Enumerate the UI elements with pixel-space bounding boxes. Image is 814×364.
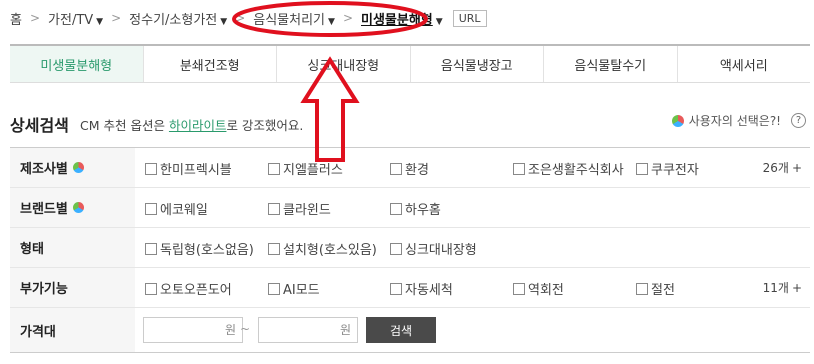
option-checkbox[interactable]: 역회전 — [513, 279, 564, 298]
url-button[interactable]: URL — [452, 9, 487, 27]
filter-label: 형태 — [10, 228, 135, 267]
tab-food-fridge[interactable]: 음식물냉장고 — [411, 46, 544, 82]
option-checkbox[interactable]: 쿠쿠전자 — [636, 159, 699, 178]
more-button[interactable]: 11개 + — [763, 279, 802, 296]
filter-row-brand: 브랜드별 에코웨일 클라윈드 하우홈 — [10, 188, 810, 228]
tab-grind-dry[interactable]: 분쇄건조형 — [144, 46, 277, 82]
checkbox[interactable] — [390, 202, 402, 215]
checkbox[interactable] — [145, 202, 157, 215]
option-checkbox[interactable]: 한미프렉시블 — [145, 159, 232, 178]
tab-dehydrator[interactable]: 음식물탈수기 — [544, 46, 678, 82]
checkbox[interactable] — [390, 242, 402, 255]
pie-chart-icon — [671, 114, 684, 127]
user-choice-link[interactable]: 사용자의 선택은?! ? — [671, 112, 806, 129]
caret-down-icon: ▼ — [220, 16, 228, 27]
option-checkbox[interactable]: 조은생활주식회사 — [513, 159, 624, 178]
filter-row-extra: 부가기능 오토오픈도어 AI모드 자동세척 역회전 절전 11개 + — [10, 268, 810, 308]
checkbox[interactable] — [636, 162, 648, 175]
pie-chart-icon — [72, 202, 84, 213]
caret-down-icon: ▼ — [96, 16, 104, 27]
option-checkbox[interactable]: AI모드 — [268, 279, 320, 298]
checkbox[interactable] — [268, 202, 280, 215]
breadcrumb-category[interactable]: 가전/TV ▼ — [48, 9, 103, 28]
filter-row-type: 형태 독립형(호스없음) 설치형(호스있음) 싱크대내장형 — [10, 228, 810, 268]
checkbox[interactable] — [145, 242, 157, 255]
option-checkbox[interactable]: 지엘플러스 — [268, 159, 343, 178]
tab-sink-builtin[interactable]: 싱크대내장형 — [277, 46, 411, 82]
option-checkbox[interactable]: 오토오픈도어 — [145, 279, 232, 298]
filter-label: 부가기능 — [10, 268, 135, 307]
breadcrumb: 홈 > 가전/TV ▼ > 정수기/소형가전 ▼ > 음식물처리기 ▼ > 미생물분해… — [10, 6, 487, 30]
breadcrumb-current[interactable]: 미생물분해형 ▼ — [361, 9, 443, 28]
checkbox[interactable] — [636, 282, 648, 295]
option-checkbox[interactable]: 싱크대내장형 — [390, 239, 477, 258]
price-max-input[interactable]: 원 — [258, 317, 358, 343]
option-checkbox[interactable]: 클라윈드 — [268, 199, 331, 218]
checkbox[interactable] — [268, 242, 280, 255]
price-min-input[interactable]: 원 — [143, 317, 243, 343]
option-checkbox[interactable]: 하우홈 — [390, 199, 441, 218]
range-tilde: ~ — [240, 322, 251, 336]
checkbox[interactable] — [390, 162, 402, 175]
caret-down-icon: ▼ — [435, 16, 443, 27]
chevron-right-icon: > — [29, 11, 41, 25]
option-checkbox[interactable]: 설치형(호스있음) — [268, 239, 377, 258]
option-checkbox[interactable]: 자동세척 — [390, 279, 453, 298]
category-tabs: 미생물분해형 분쇄건조형 싱크대내장형 음식물냉장고 음식물탈수기 액세서리 — [10, 44, 810, 83]
checkbox[interactable] — [268, 162, 280, 175]
filter-label: 브랜드별 — [10, 188, 135, 227]
filter-row-price: 가격대 원 ~ 원 검색 — [10, 308, 810, 353]
detail-search-title: 상세검색 — [10, 116, 69, 135]
breadcrumb-home[interactable]: 홈 — [10, 9, 22, 28]
breadcrumb-category-food[interactable]: 음식물처리기 ▼ — [253, 9, 335, 28]
checkbox[interactable] — [268, 282, 280, 295]
checkbox[interactable] — [513, 162, 525, 175]
option-checkbox[interactable]: 절전 — [636, 279, 675, 298]
price-search-button[interactable]: 검색 — [366, 317, 436, 343]
tab-microbial[interactable]: 미생물분해형 — [10, 46, 144, 82]
detail-search-desc: CM 추천 옵션은 하이라이트로 강조했어요. — [80, 118, 304, 133]
option-checkbox[interactable]: 에코웨일 — [145, 199, 208, 218]
chevron-right-icon: > — [235, 11, 246, 25]
chevron-right-icon: > — [342, 11, 353, 25]
chevron-right-icon: > — [111, 11, 122, 25]
help-icon[interactable]: ? — [791, 113, 806, 128]
more-button[interactable]: 26개 + — [763, 159, 802, 176]
tab-accessory[interactable]: 액세서리 — [678, 46, 811, 82]
checkbox[interactable] — [145, 282, 157, 295]
filter-label: 가격대 — [10, 308, 135, 352]
checkbox[interactable] — [390, 282, 402, 295]
checkbox[interactable] — [145, 162, 157, 175]
pie-chart-icon — [72, 162, 84, 173]
filter-label: 제조사별 — [10, 148, 135, 187]
breadcrumb-subcategory[interactable]: 정수기/소형가전 ▼ — [129, 9, 227, 28]
filter-row-maker: 제조사별 한미프렉시블 지엘플러스 환경 조은생활주식회사 쿠쿠전자 26개 + — [10, 148, 810, 188]
checkbox[interactable] — [513, 282, 525, 295]
option-checkbox[interactable]: 환경 — [390, 159, 429, 178]
caret-down-icon: ▼ — [328, 16, 335, 27]
filter-table: 제조사별 한미프렉시블 지엘플러스 환경 조은생활주식회사 쿠쿠전자 26개 + … — [10, 147, 810, 353]
option-checkbox[interactable]: 독립형(호스없음) — [145, 239, 254, 258]
